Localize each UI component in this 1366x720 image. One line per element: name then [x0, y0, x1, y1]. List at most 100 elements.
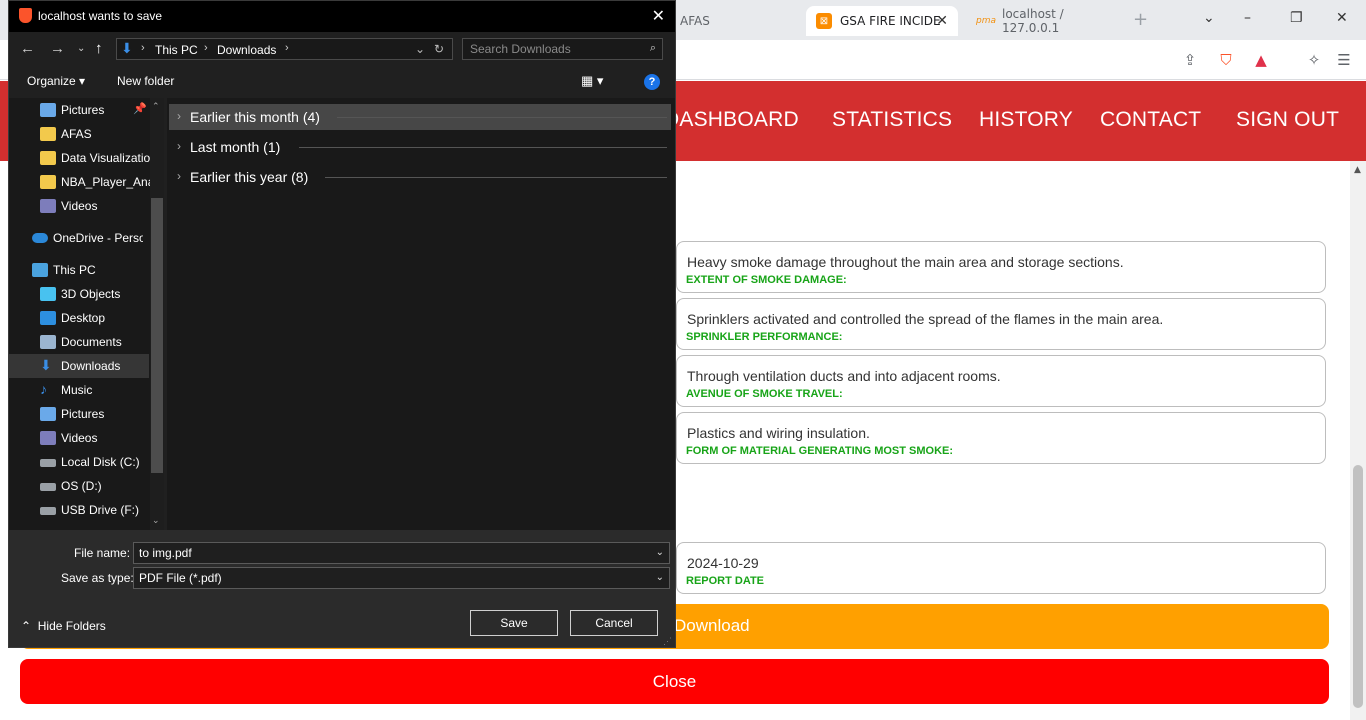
scroll-down-chevron-icon[interactable]: ⌄	[152, 515, 160, 526]
nav-item-onedrive[interactable]: OneDrive - Persor	[9, 226, 149, 250]
nav-item-local-disk-c[interactable]: Local Disk (C:)	[9, 450, 149, 474]
nav-item-videos-quick[interactable]: Videos	[9, 194, 149, 218]
group-earlier-this-month[interactable]: › Earlier this month (4)	[169, 104, 671, 130]
file-name-value[interactable]: to img.pdf	[139, 546, 192, 560]
3d-objects-icon	[40, 287, 56, 301]
hide-folders-button[interactable]: ⌃ Hide Folders	[21, 619, 106, 633]
breadcrumb-separator-icon[interactable]: ›	[204, 42, 208, 54]
back-arrow-icon[interactable]: ←	[20, 40, 35, 57]
nav-contact[interactable]: CONTACT	[1100, 108, 1201, 132]
group-label: Earlier this month (4)	[190, 109, 320, 125]
nav-item-pictures-quick[interactable]: Pictures 📌	[9, 98, 149, 122]
new-tab-button[interactable]: +	[1133, 9, 1148, 30]
close-button[interactable]: Close	[20, 659, 1329, 704]
group-earlier-this-year[interactable]: › Earlier this year (8)	[169, 164, 671, 190]
nav-item-nba-player[interactable]: NBA_Player_Ana	[9, 170, 151, 194]
nav-item-downloads[interactable]: ⬇ Downloads	[9, 354, 149, 378]
tab-label: GSA FIRE INCIDE	[840, 14, 941, 28]
nav-item-desktop[interactable]: Desktop	[9, 306, 149, 330]
chevron-right-icon[interactable]: ›	[177, 139, 181, 153]
tab-afas[interactable]: AFAS	[670, 6, 800, 36]
nav-item-usb-drive-f[interactable]: USB Drive (F:)	[9, 498, 149, 522]
up-arrow-icon[interactable]: ↑	[95, 40, 103, 57]
file-name-dropdown-chevron-icon[interactable]: ⌄	[656, 547, 664, 558]
nav-item-data-visualization[interactable]: Data Visualizatio	[9, 146, 150, 170]
minimize-button[interactable]: –	[1244, 10, 1251, 26]
address-bar[interactable]: ⬇ › This PC › Downloads › ⌄ ↻	[116, 38, 453, 60]
search-box[interactable]: ⌕	[462, 38, 663, 60]
pin-icon[interactable]: 📌	[133, 102, 147, 115]
recent-locations-chevron-icon[interactable]: ⌄	[77, 43, 85, 54]
field-value: Plastics and wiring insulation.	[687, 425, 870, 441]
report-field-report-date: 2024-10-29 REPORT DATE	[676, 542, 1326, 594]
page-scrollbar[interactable]: ▲	[1350, 161, 1366, 720]
nav-item-label: NBA_Player_Ana	[61, 175, 151, 189]
resize-grip-icon[interactable]: ⋰	[663, 636, 672, 647]
nav-item-os-d[interactable]: OS (D:)	[9, 474, 149, 498]
nav-pane-scrollbar-thumb[interactable]	[151, 198, 163, 473]
tab-search-chevron-down-icon[interactable]: ⌄	[1203, 10, 1215, 26]
leo-ai-icon[interactable]: ✧	[1304, 50, 1324, 70]
documents-icon	[40, 335, 56, 349]
file-name-field[interactable]: to img.pdf ⌄	[133, 542, 670, 564]
save-as-type-select[interactable]: PDF File (*.pdf) ⌄	[133, 567, 670, 589]
share-icon[interactable]: ⇪	[1180, 50, 1200, 70]
tab-label: localhost / 127.0.0.1	[1002, 7, 1064, 35]
folder-icon	[40, 175, 56, 189]
folder-icon	[40, 151, 56, 165]
dialog-close-icon[interactable]: ✕	[652, 6, 665, 26]
breadcrumb-separator-icon[interactable]: ›	[285, 42, 289, 54]
search-icon[interactable]: ⌕	[650, 42, 656, 55]
organize-button[interactable]: Organize ▾	[27, 74, 85, 88]
drive-icon	[40, 459, 56, 467]
nav-item-videos[interactable]: Videos	[9, 426, 149, 450]
search-input[interactable]	[463, 39, 639, 59]
breadcrumb-downloads[interactable]: Downloads	[217, 43, 276, 57]
forward-arrow-icon[interactable]: →	[50, 40, 65, 57]
scroll-up-chevron-icon[interactable]: ⌃	[152, 101, 160, 112]
group-last-month[interactable]: › Last month (1)	[169, 134, 671, 160]
page-scrollbar-thumb[interactable]	[1353, 465, 1363, 708]
nav-item-3d-objects[interactable]: 3D Objects	[9, 282, 149, 306]
nav-item-pictures[interactable]: Pictures	[9, 402, 149, 426]
downloads-icon: ⬇	[40, 357, 52, 373]
menu-icon[interactable]: ☰	[1334, 50, 1354, 70]
nav-history[interactable]: HISTORY	[979, 108, 1073, 132]
tab-gsa-fire-incident[interactable]: ⊠ GSA FIRE INCIDE ✕	[806, 6, 958, 36]
brave-shields-icon[interactable]: ⛉	[1216, 50, 1236, 70]
close-tab-icon[interactable]: ✕	[936, 13, 948, 29]
nav-item-label: USB Drive (F:)	[61, 503, 139, 517]
scroll-up-arrow-icon[interactable]: ▲	[1354, 165, 1361, 175]
restore-button[interactable]: ❐	[1290, 10, 1303, 26]
navigation-pane: Pictures 📌 AFAS Data Visualizatio NBA_Pl…	[9, 98, 164, 530]
field-value: Through ventilation ducts and into adjac…	[687, 368, 1001, 384]
save-as-type-chevron-icon[interactable]: ⌄	[656, 572, 664, 583]
breadcrumb-separator-icon[interactable]: ›	[141, 42, 145, 54]
nav-sign-out[interactable]: SIGN OUT	[1236, 108, 1339, 132]
chevron-right-icon[interactable]: ›	[177, 169, 181, 183]
breadcrumb-this-pc[interactable]: This PC	[155, 43, 198, 57]
tab-phpmyadmin[interactable]: pma localhost / 127.0.0.1	[968, 6, 1118, 36]
refresh-icon[interactable]: ↻	[434, 42, 444, 56]
brave-logo-icon	[19, 8, 32, 23]
new-folder-button[interactable]: New folder	[117, 74, 174, 88]
view-options-icon[interactable]: ▦ ▾	[581, 73, 603, 89]
brave-rewards-icon[interactable]: ▲	[1251, 50, 1271, 70]
window-close-button[interactable]: ✕	[1336, 10, 1348, 26]
xampp-favicon-icon: ⊠	[816, 13, 832, 29]
address-dropdown-chevron-icon[interactable]: ⌄	[415, 42, 425, 56]
nav-item-this-pc[interactable]: This PC	[9, 258, 149, 282]
chevron-right-icon[interactable]: ›	[177, 109, 181, 123]
nav-item-afas[interactable]: AFAS	[9, 122, 149, 146]
nav-dashboard[interactable]: DASHBOARD	[664, 108, 799, 132]
nav-item-documents[interactable]: Documents	[9, 330, 149, 354]
command-bar: Organize ▾ New folder ▦ ▾ ?	[9, 66, 675, 98]
help-icon[interactable]: ?	[644, 74, 660, 90]
nav-pane-scrollbar[interactable]: ⌃ ⌄	[150, 98, 164, 530]
nav-statistics[interactable]: STATISTICS	[832, 108, 952, 132]
group-divider	[299, 147, 667, 148]
nav-item-label: Videos	[61, 431, 98, 445]
cancel-button[interactable]: Cancel	[570, 610, 658, 636]
nav-item-music[interactable]: ♪ Music	[9, 378, 149, 402]
save-button[interactable]: Save	[470, 610, 558, 636]
